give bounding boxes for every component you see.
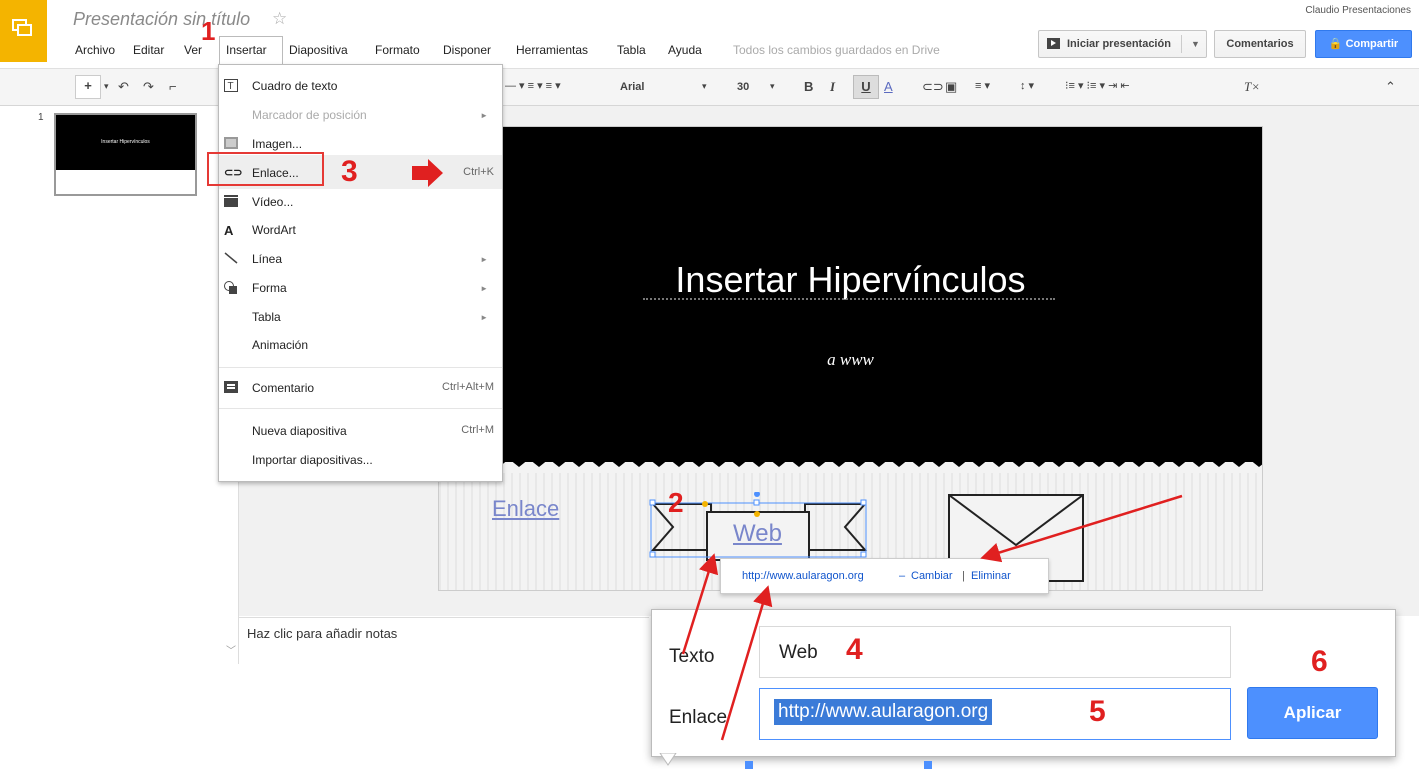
annotation-6: 6: [1311, 645, 1328, 678]
annotation-5: 5: [1089, 695, 1106, 728]
annotation-4: 4: [846, 633, 863, 666]
annotation-3: 3: [341, 155, 358, 188]
annotation-1: 1: [201, 16, 216, 46]
annotation-2: 2: [668, 487, 684, 518]
annotation-arrows: [412, 159, 1183, 741]
